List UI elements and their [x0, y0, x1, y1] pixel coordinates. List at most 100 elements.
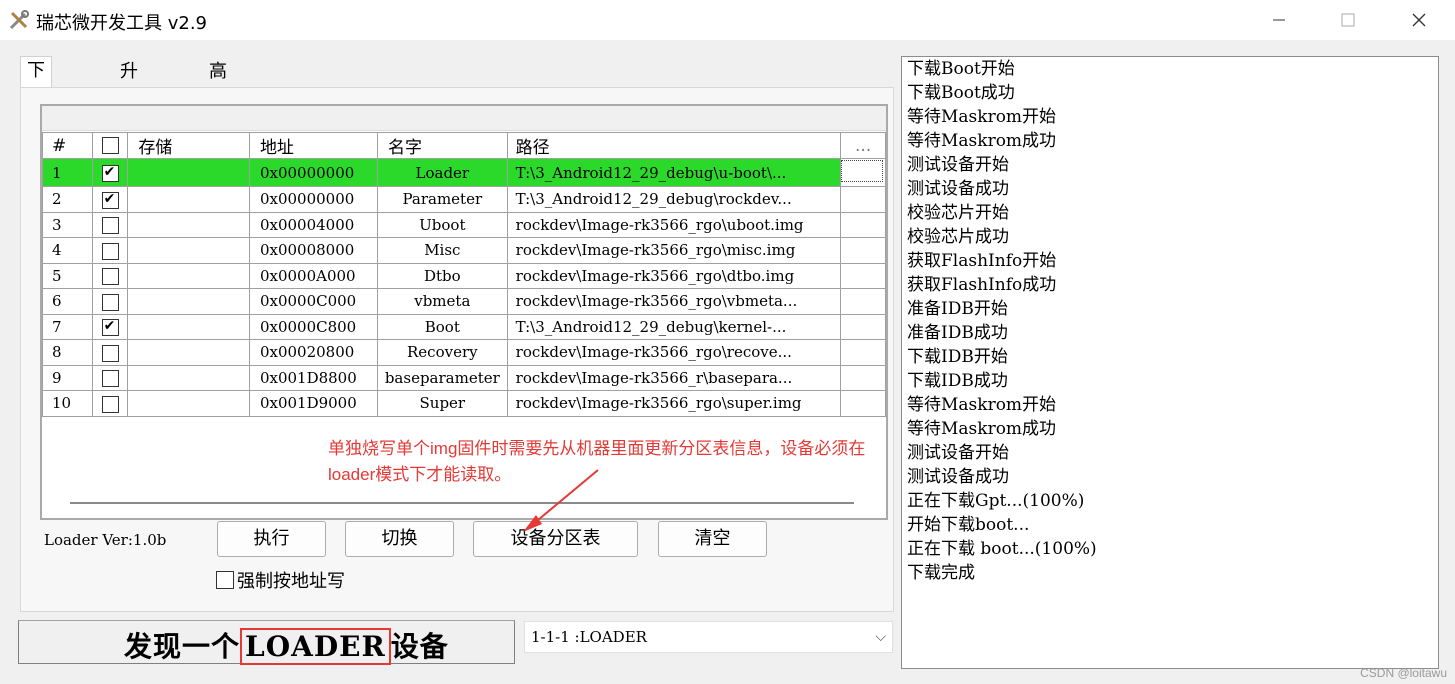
- row-address[interactable]: 0x00000000: [248, 186, 378, 213]
- table-row[interactable]: 5 0x0000A000 Dtbo rockdev\Image-rk3566_rgo\…: [42, 262, 886, 289]
- checkbox[interactable]: [101, 344, 119, 362]
- horizontal-scrollbar[interactable]: [70, 502, 854, 504]
- maximize-button[interactable]: [1318, 0, 1378, 40]
- tab-download-image[interactable]: 下载镜像: [20, 56, 52, 165]
- row-num[interactable]: 4: [42, 237, 93, 264]
- tab-upgrade-firmware[interactable]: 升级固件: [114, 58, 144, 166]
- col-address-header[interactable]: 地址: [248, 132, 378, 159]
- row-num[interactable]: 5: [42, 262, 93, 289]
- row-path[interactable]: T:\3_Android12_29_debug\rockdev...: [506, 186, 842, 213]
- table-row[interactable]: 3 0x00004000 Uboot rockdev\Image-rk3566_rgo…: [42, 211, 886, 238]
- row-path[interactable]: rockdev\Image-rk3566_r\basepara...: [506, 364, 842, 391]
- table-row[interactable]: 8 0x00020800 Recovery rockdev\Image-rk3566_…: [42, 339, 886, 366]
- checkbox[interactable]: [101, 293, 119, 311]
- col-path-header[interactable]: 路径: [506, 132, 842, 159]
- row-name[interactable]: Misc: [376, 237, 508, 264]
- col-storage-header[interactable]: 存储: [127, 132, 250, 159]
- row-path[interactable]: rockdev\Image-rk3566_rgo\uboot.img: [506, 211, 842, 238]
- row-more[interactable]: [840, 262, 886, 289]
- row-checkbox[interactable]: [91, 390, 129, 417]
- checkbox[interactable]: [101, 370, 119, 387]
- checkbox[interactable]: [101, 242, 119, 260]
- row-address[interactable]: 0x00000000: [248, 158, 378, 187]
- switch-button[interactable]: 切换: [345, 521, 454, 557]
- row-storage[interactable]: [127, 339, 250, 366]
- row-storage[interactable]: [127, 288, 250, 315]
- close-button[interactable]: [1389, 0, 1449, 40]
- row-checkbox[interactable]: [91, 364, 129, 391]
- row-num[interactable]: 3: [42, 211, 93, 238]
- checkbox[interactable]: [101, 217, 119, 234]
- row-num[interactable]: 7: [42, 313, 93, 340]
- row-checkbox[interactable]: [91, 339, 129, 366]
- row-num[interactable]: 8: [42, 339, 93, 366]
- col-more-header[interactable]: ...: [840, 132, 886, 159]
- checkbox[interactable]: [101, 319, 119, 336]
- table-row[interactable]: 2 0x00000000ParameterT:\3_Android12_29_de…: [42, 186, 886, 213]
- row-storage[interactable]: [127, 390, 250, 417]
- row-storage[interactable]: [127, 237, 250, 264]
- table-row[interactable]: 6 0x0000C000 vbmeta rockdev\Image-rk3566_rg…: [42, 288, 886, 315]
- col-check-header[interactable]: [91, 132, 129, 159]
- row-address[interactable]: 0x001D9000: [248, 390, 378, 417]
- select-all-checkbox[interactable]: [101, 137, 119, 154]
- row-more[interactable]: [840, 390, 886, 417]
- row-more[interactable]: [840, 237, 886, 264]
- table-row[interactable]: 10 0x001D9000 Super rockdev\Image-rk3566_rg…: [42, 390, 886, 417]
- checkbox[interactable]: [101, 395, 119, 413]
- table-row[interactable]: 9 0x001D8800 baseparameter rockdev\Image-rk…: [42, 364, 886, 391]
- row-num[interactable]: 9: [42, 364, 93, 391]
- row-more[interactable]: [840, 186, 886, 213]
- row-name[interactable]: baseparameter: [376, 364, 508, 391]
- row-storage[interactable]: [127, 364, 250, 391]
- row-address[interactable]: 0x001D8800: [248, 364, 378, 391]
- row-storage[interactable]: [127, 262, 250, 289]
- row-name[interactable]: Recovery: [376, 339, 508, 366]
- row-path[interactable]: T:\3_Android12_29_debug\kernel-...: [506, 313, 842, 340]
- row-name[interactable]: vbmeta: [376, 288, 508, 315]
- row-num[interactable]: 2: [42, 186, 93, 213]
- row-more[interactable]: [840, 288, 886, 315]
- row-storage[interactable]: [127, 313, 250, 340]
- col-name-header[interactable]: 名字: [376, 132, 508, 159]
- row-address[interactable]: 0x0000C000: [248, 288, 378, 315]
- device-partition-button[interactable]: 设备分区表: [473, 521, 638, 557]
- row-more[interactable]: [840, 364, 886, 391]
- row-checkbox[interactable]: [91, 186, 129, 213]
- row-name[interactable]: Parameter: [376, 186, 508, 213]
- row-path[interactable]: rockdev\Image-rk3566_rgo\vbmeta...: [506, 288, 842, 315]
- table-row[interactable]: 7 0x0000C800BootT:\3_Android12_29_debug\k…: [42, 313, 886, 340]
- tab-advanced[interactable]: 高级功能: [203, 58, 233, 166]
- row-checkbox[interactable]: [91, 288, 129, 315]
- row-address[interactable]: 0x00020800: [248, 339, 378, 366]
- row-name[interactable]: Dtbo: [376, 262, 508, 289]
- browse-button[interactable]: [841, 160, 884, 182]
- row-more[interactable]: [840, 313, 886, 340]
- device-select[interactable]: 1-1-1 :LOADER ⌵: [524, 621, 893, 653]
- row-storage[interactable]: [127, 186, 250, 213]
- row-name[interactable]: Super: [376, 390, 508, 417]
- force-address-checkbox[interactable]: [216, 571, 234, 589]
- table-row[interactable]: 1 0x00000000LoaderT:\3_Android12_29_debug…: [42, 158, 886, 187]
- table-row[interactable]: 4 0x00008000 Misc rockdev\Image-rk3566_rgo\…: [42, 237, 886, 264]
- row-name[interactable]: Uboot: [376, 211, 508, 238]
- minimize-button[interactable]: [1249, 0, 1309, 40]
- row-path[interactable]: rockdev\Image-rk3566_rgo\dtbo.img: [506, 262, 842, 289]
- row-address[interactable]: 0x0000A000: [248, 262, 378, 289]
- row-storage[interactable]: [127, 211, 250, 238]
- row-num[interactable]: 1: [42, 158, 93, 187]
- row-path[interactable]: rockdev\Image-rk3566_rgo\recove...: [506, 339, 842, 366]
- row-path[interactable]: T:\3_Android12_29_debug\u-boot\...: [506, 158, 842, 187]
- row-checkbox[interactable]: [91, 313, 129, 340]
- row-more[interactable]: [840, 158, 886, 187]
- execute-button[interactable]: 执行: [217, 521, 326, 557]
- force-address-write[interactable]: 强制按地址写: [216, 567, 345, 593]
- row-num[interactable]: 6: [42, 288, 93, 315]
- log-panel[interactable]: 下载Boot开始 下载Boot成功 等待Maskrom开始 等待Maskrom成功 测试…: [901, 56, 1439, 669]
- clear-button[interactable]: 清空: [658, 521, 767, 557]
- col-num-header[interactable]: #: [42, 132, 93, 159]
- row-checkbox[interactable]: [91, 237, 129, 264]
- row-path[interactable]: rockdev\Image-rk3566_rgo\super.img: [506, 390, 842, 417]
- row-more[interactable]: [840, 339, 886, 366]
- row-num[interactable]: 10: [42, 390, 93, 417]
